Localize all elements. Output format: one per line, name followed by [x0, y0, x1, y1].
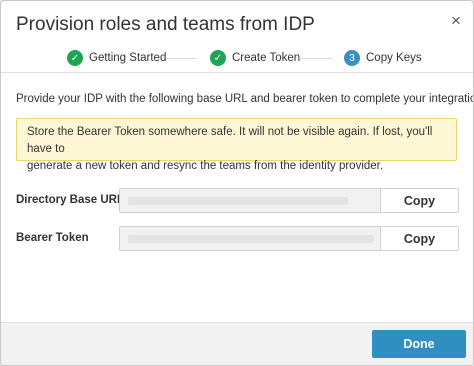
step-connector	[167, 58, 197, 59]
progress-stepper: ✓ Getting Started ✓ Create Token 3 Copy …	[1, 47, 473, 69]
provision-dialog: Provision roles and teams from IDP × ✓ G…	[0, 0, 474, 366]
step-label: Getting Started	[89, 52, 167, 64]
check-icon: ✓	[210, 50, 226, 66]
step-number-badge: 3	[344, 50, 360, 66]
step-copy-keys: 3 Copy Keys	[344, 49, 422, 67]
copy-token-button[interactable]: Copy	[380, 227, 458, 250]
step-label: Create Token	[232, 52, 301, 64]
step-create-token: ✓ Create Token	[210, 49, 300, 67]
redacted-value	[128, 235, 374, 243]
divider	[1, 72, 473, 73]
dialog-title: Provision roles and teams from IDP	[16, 14, 315, 35]
intro-text: Provide your IDP with the following base…	[16, 93, 474, 105]
step-getting-started: ✓ Getting Started	[67, 49, 166, 67]
directory-base-url-group: Copy	[119, 188, 459, 213]
warning-callout: Store the Bearer Token somewhere safe. I…	[16, 118, 457, 172]
bearer-token-label: Bearer Token	[16, 232, 89, 244]
redacted-value	[128, 197, 348, 205]
warning-text-line-1: Store the Bearer Token somewhere safe. I…	[27, 126, 433, 155]
copy-url-button[interactable]: Copy	[380, 189, 458, 212]
done-button[interactable]: Done	[372, 330, 466, 358]
step-connector	[299, 58, 332, 59]
directory-base-url-label: Directory Base URL	[16, 194, 125, 206]
close-icon[interactable]: ×	[445, 10, 467, 32]
bearer-token-group: Copy	[119, 226, 459, 251]
check-icon: ✓	[67, 50, 83, 66]
warning-text-line-2: generate a new token and resync the team…	[27, 160, 384, 172]
step-label: Copy Keys	[366, 52, 422, 64]
